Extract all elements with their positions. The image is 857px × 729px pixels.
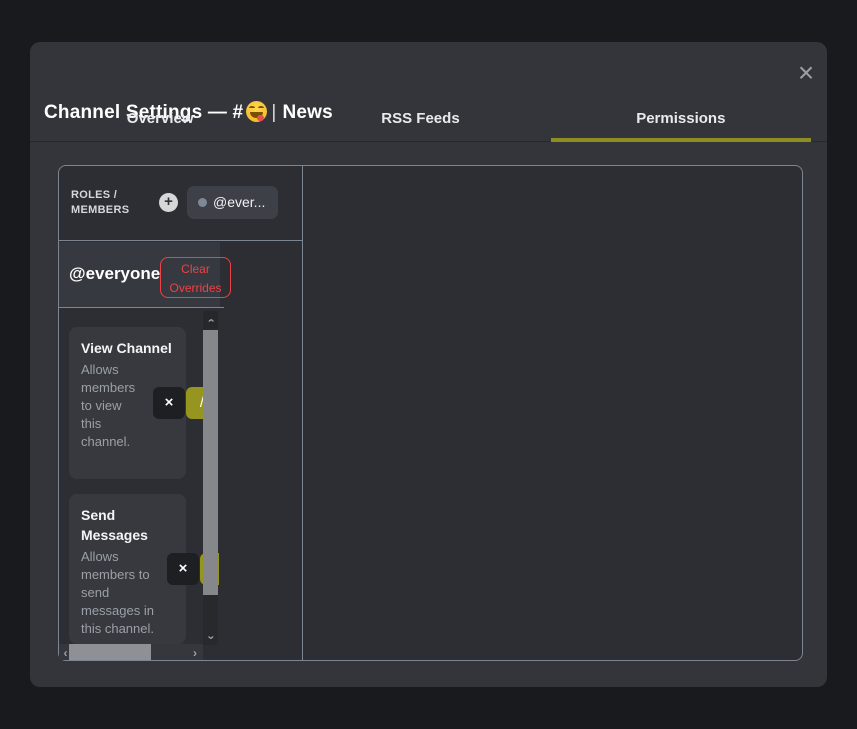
chevron-down-icon: › bbox=[202, 636, 219, 640]
permission-name: View Channel bbox=[81, 338, 174, 358]
chevron-left-icon: ‹ bbox=[64, 645, 68, 660]
permission-description: Allows members to view this channel. bbox=[81, 361, 145, 451]
permissions-panel: ROLES / MEMBERS + @ever... @everyone Cle… bbox=[58, 165, 803, 661]
tab-overview[interactable]: Overview bbox=[30, 96, 290, 141]
scroll-up-button[interactable]: › bbox=[203, 311, 218, 328]
role-chip-label: @ever... bbox=[213, 186, 265, 218]
tab-rss-feeds[interactable]: RSS Feeds bbox=[290, 96, 550, 141]
roles-members-column: ROLES / MEMBERS + @ever... @everyone Cle… bbox=[59, 166, 303, 660]
roles-members-label: ROLES / MEMBERS bbox=[71, 188, 151, 218]
vertical-scrollbar-thumb[interactable] bbox=[203, 330, 218, 595]
permission-description: Allows members to send messages in this … bbox=[81, 548, 167, 638]
deny-toggle-icon[interactable]: × bbox=[167, 553, 199, 585]
deny-toggle-icon[interactable]: × bbox=[153, 387, 185, 419]
vertical-scrollbar[interactable]: › › bbox=[203, 311, 218, 645]
close-icon[interactable]: × bbox=[793, 61, 819, 87]
clear-overrides-button[interactable]: Clear Overrides bbox=[160, 257, 231, 298]
permission-detail-panel bbox=[304, 166, 802, 660]
role-chip-everyone[interactable]: @ever... bbox=[187, 186, 278, 219]
selected-role-row: @everyone Clear Overrides bbox=[59, 242, 303, 308]
add-role-button[interactable]: + bbox=[159, 193, 178, 212]
chevron-up-icon: › bbox=[202, 319, 219, 323]
role-color-dot bbox=[198, 198, 207, 207]
selected-role-name: @everyone bbox=[69, 242, 160, 306]
permissions-list: View Channel Allows members to view this… bbox=[59, 307, 219, 660]
scroll-right-button[interactable]: › bbox=[187, 644, 203, 660]
app-background: Channel Settings — #|News × Overview RSS… bbox=[0, 0, 857, 729]
channel-settings-dialog: Channel Settings — #|News × Overview RSS… bbox=[30, 42, 827, 687]
tab-permissions[interactable]: Permissions bbox=[551, 96, 811, 141]
horizontal-scrollbar[interactable]: ‹ › bbox=[59, 644, 203, 660]
roles-members-header: ROLES / MEMBERS + @ever... bbox=[59, 166, 303, 241]
tab-bar: Overview RSS Feeds Permissions bbox=[30, 96, 827, 142]
chevron-right-icon: › bbox=[193, 645, 197, 660]
horizontal-scrollbar-thumb[interactable] bbox=[69, 644, 151, 660]
permission-name: Send Messages bbox=[81, 505, 174, 545]
scroll-down-button[interactable]: › bbox=[203, 628, 218, 645]
